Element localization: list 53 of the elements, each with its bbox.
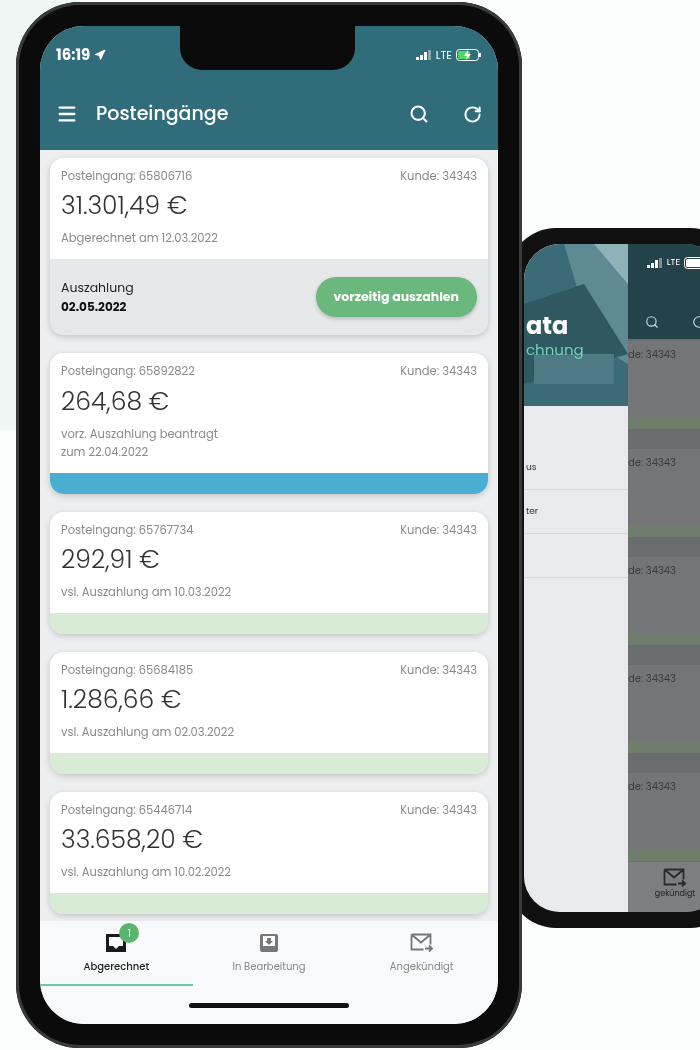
card-note: Abgerechnet am 12.03.2022 xyxy=(61,229,219,248)
customer-number: Kunde: 34343 xyxy=(400,521,477,539)
battery-icon xyxy=(456,49,482,61)
nav-tab[interactable]: 1 Abgerechnet xyxy=(40,921,193,986)
customer-number: Kunde: 34343 xyxy=(400,802,477,820)
inbox-card[interactable]: Posteingang: 65767734 Kunde: 34343 292,91 € vsl. Auszahlung am 10.03.2022 xyxy=(50,511,488,634)
network-label: LTE xyxy=(435,46,452,64)
customer-number: de: 34343 xyxy=(628,346,677,362)
inbox-number: Posteingang: 65446714 xyxy=(61,802,193,820)
customer-number: Kunde: 34343 xyxy=(400,363,477,381)
card-note: vsl. Auszahlung am 10.03.2022 xyxy=(61,582,233,601)
customer-number: de: 34343 xyxy=(628,778,677,794)
menu-icon[interactable] xyxy=(56,103,78,125)
signal-icon xyxy=(646,257,663,268)
signal-icon xyxy=(415,50,432,60)
inbox-number: Posteingang: 65684185 xyxy=(61,661,194,679)
inbox-card[interactable]: Posteingang: 65684185 Kunde: 34343 1.286,66 € vsl. Auszahlung am 02.03.2022 xyxy=(50,651,488,774)
customer-number: de: 34343 xyxy=(628,670,677,686)
drawer-brand: ata xyxy=(526,312,570,340)
amount: 1.286,66 € xyxy=(61,683,183,717)
customer-number: de: 34343 xyxy=(628,454,677,470)
amount: 31.301,49 € xyxy=(61,189,189,224)
card-note: vsl. Auszahlung am 10.02.2022 xyxy=(61,863,232,882)
download-box-icon xyxy=(259,933,279,953)
inbox-number: Posteingang: 65767734 xyxy=(61,521,194,539)
tab-label[interactable]: gekündigt xyxy=(654,888,696,900)
amount: 292,91 € xyxy=(61,542,161,577)
nav-tab[interactable]: Angekündigt xyxy=(345,921,498,986)
inbox-card[interactable]: Posteingang: 65892822 Kunde: 34343 264,68 € vorz. Auszahlung beantragt zum 22.04.2022 xyxy=(50,353,488,494)
inbox-number: Posteingang: 65806716 xyxy=(61,168,193,186)
location-icon xyxy=(94,49,107,61)
payout-date: 02.05.2022 xyxy=(61,297,128,316)
count-badge: 1 xyxy=(119,923,140,943)
customer-number: de: 34343 xyxy=(628,562,677,578)
customer-number: Kunde: 34343 xyxy=(400,661,477,679)
mail-arrow-icon xyxy=(663,868,687,888)
card-note: zum 22.04.2022 xyxy=(61,442,150,461)
nav-tab[interactable]: In Bearbeitung xyxy=(192,921,346,986)
customer-number: Kunde: 34343 xyxy=(400,168,477,186)
search-icon[interactable] xyxy=(409,104,429,124)
app-title: Posteingänge xyxy=(96,99,230,129)
card-note: vorz. Auszahlung beantragt xyxy=(61,424,219,443)
clock: 16:19 xyxy=(56,43,91,67)
card-note: vsl. Auszahlung am 02.03.2022 xyxy=(61,723,236,741)
amount: 33.658,20 € xyxy=(61,823,204,858)
drawer-subtitle: chnung xyxy=(526,340,584,360)
mail-arrow-icon xyxy=(409,933,434,953)
network-label: LTE xyxy=(666,256,680,270)
payout-label: Auszahlung xyxy=(61,278,134,298)
inbox-number: Posteingang: 65892822 xyxy=(61,363,195,381)
search-icon[interactable] xyxy=(644,315,659,329)
amount: 264,68 € xyxy=(61,384,171,419)
inbox-card[interactable]: Posteingang: 65446714 Kunde: 34343 33.658,20 € vsl. Auszahlung am 10.02.2022 xyxy=(50,792,488,915)
